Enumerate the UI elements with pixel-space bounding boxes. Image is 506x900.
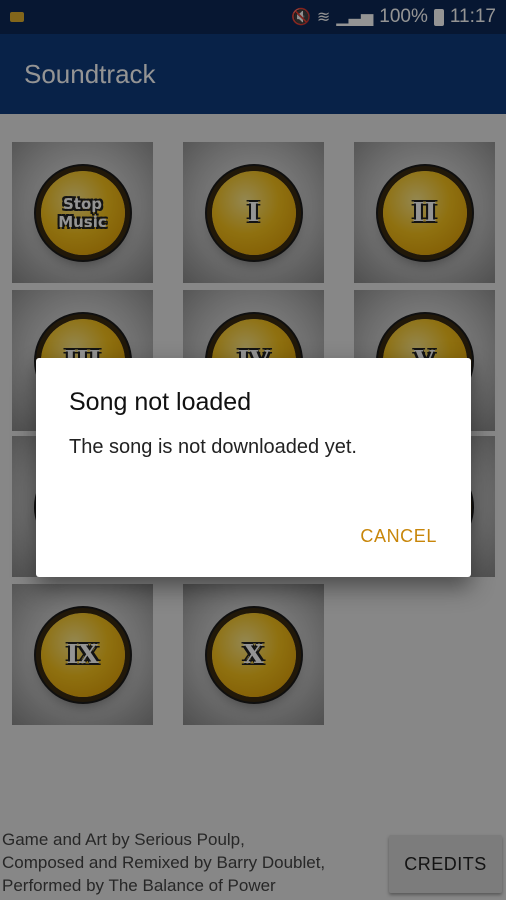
dialog-message: The song is not downloaded yet. (69, 436, 357, 458)
cancel-button[interactable]: CANCEL (360, 526, 437, 547)
song-not-loaded-dialog: Song not loaded The song is not download… (36, 358, 471, 577)
dialog-title: Song not loaded (69, 388, 252, 416)
